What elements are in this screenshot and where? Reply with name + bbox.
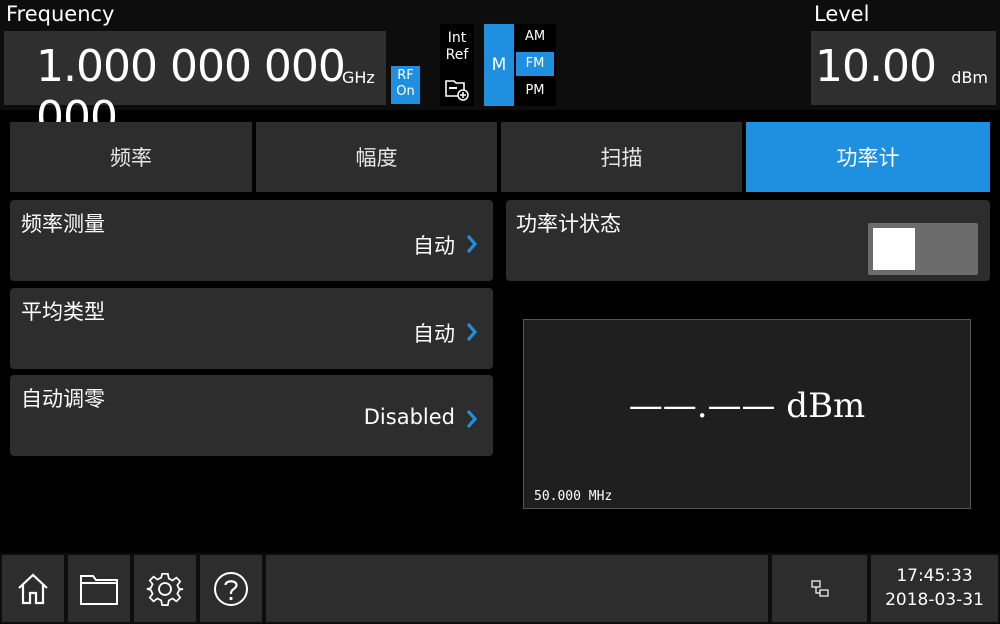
signal-generator-screen: Frequency 1.000 000 000 000 GHz RF On In… [0, 0, 1000, 624]
item-title: 自动调零 [21, 387, 105, 411]
network-button[interactable] [772, 555, 867, 622]
clock-display: 17:45:33 2018-03-31 [871, 555, 998, 622]
level-label: Level [814, 2, 870, 26]
frequency-measure-item[interactable]: 频率测量 自动 [10, 200, 493, 281]
power-meter-display: ——.—— dBm 50.000 MHz [523, 319, 971, 509]
help-icon [214, 571, 248, 606]
auto-zero-item[interactable]: 自动调零 Disabled [10, 375, 493, 456]
modulation-list: AM FM PM [514, 24, 556, 106]
folder-icon [80, 574, 118, 605]
home-icon [18, 572, 48, 604]
power-meter-status-item: 功率计状态 [506, 200, 990, 281]
rf-state: On [396, 84, 415, 99]
mod-pm[interactable]: PM [516, 79, 554, 103]
modulation-button[interactable]: M [484, 24, 514, 106]
toggle-knob [873, 228, 915, 270]
chevron-right-icon [466, 234, 478, 254]
measure-frequency: 50.000 MHz [534, 489, 613, 504]
power-meter-status-title: 功率计状态 [516, 212, 621, 236]
status-header: Frequency 1.000 000 000 000 GHz RF On In… [0, 0, 1000, 143]
settings-button[interactable] [134, 555, 196, 622]
clock-time: 17:45:33 [896, 566, 973, 586]
tab-sweep[interactable]: 扫描 [501, 122, 742, 192]
chevron-right-icon [466, 409, 478, 429]
file-button[interactable] [68, 555, 130, 622]
frequency-unit: GHz [342, 68, 375, 87]
chevron-right-icon [466, 322, 478, 342]
item-value: 自动 [413, 234, 455, 258]
clock-date: 2018-03-31 [885, 590, 984, 610]
tab-frequency[interactable]: 频率 [10, 122, 252, 192]
power-reading: ——.—— dBm [628, 386, 866, 426]
rf-label: RF [397, 68, 414, 83]
ref-label: Ref [445, 47, 469, 63]
level-display[interactable]: 10.00 dBm [811, 31, 996, 105]
frequency-display[interactable]: 1.000 000 000 000 GHz [4, 31, 386, 143]
average-type-item[interactable]: 平均类型 自动 [10, 288, 493, 369]
tab-power-meter[interactable]: 功率计 [746, 122, 990, 192]
rf-status-badge[interactable]: RF On [391, 66, 420, 104]
help-button[interactable] [200, 555, 262, 622]
item-value: Disabled [363, 405, 455, 429]
network-icon [810, 579, 829, 597]
bottom-toolbar: 17:45:33 2018-03-31 [0, 553, 1000, 624]
tab-amplitude[interactable]: 幅度 [256, 122, 497, 192]
frequency-label: Frequency [6, 2, 115, 26]
item-title: 平均类型 [21, 300, 105, 324]
level-value: 10.00 [815, 41, 937, 92]
message-area [266, 555, 768, 622]
folder-add-icon [445, 80, 469, 101]
power-meter-toggle[interactable] [868, 223, 978, 275]
mod-fm[interactable]: FM [516, 52, 554, 76]
home-button[interactable] [2, 555, 64, 622]
level-unit: dBm [951, 68, 988, 87]
item-title: 频率测量 [21, 212, 105, 236]
item-value: 自动 [413, 322, 455, 346]
reference-indicator[interactable]: Int Ref [440, 24, 474, 106]
ref-source-label: Int [447, 30, 467, 46]
mod-am[interactable]: AM [516, 25, 554, 49]
gear-icon [146, 572, 184, 606]
